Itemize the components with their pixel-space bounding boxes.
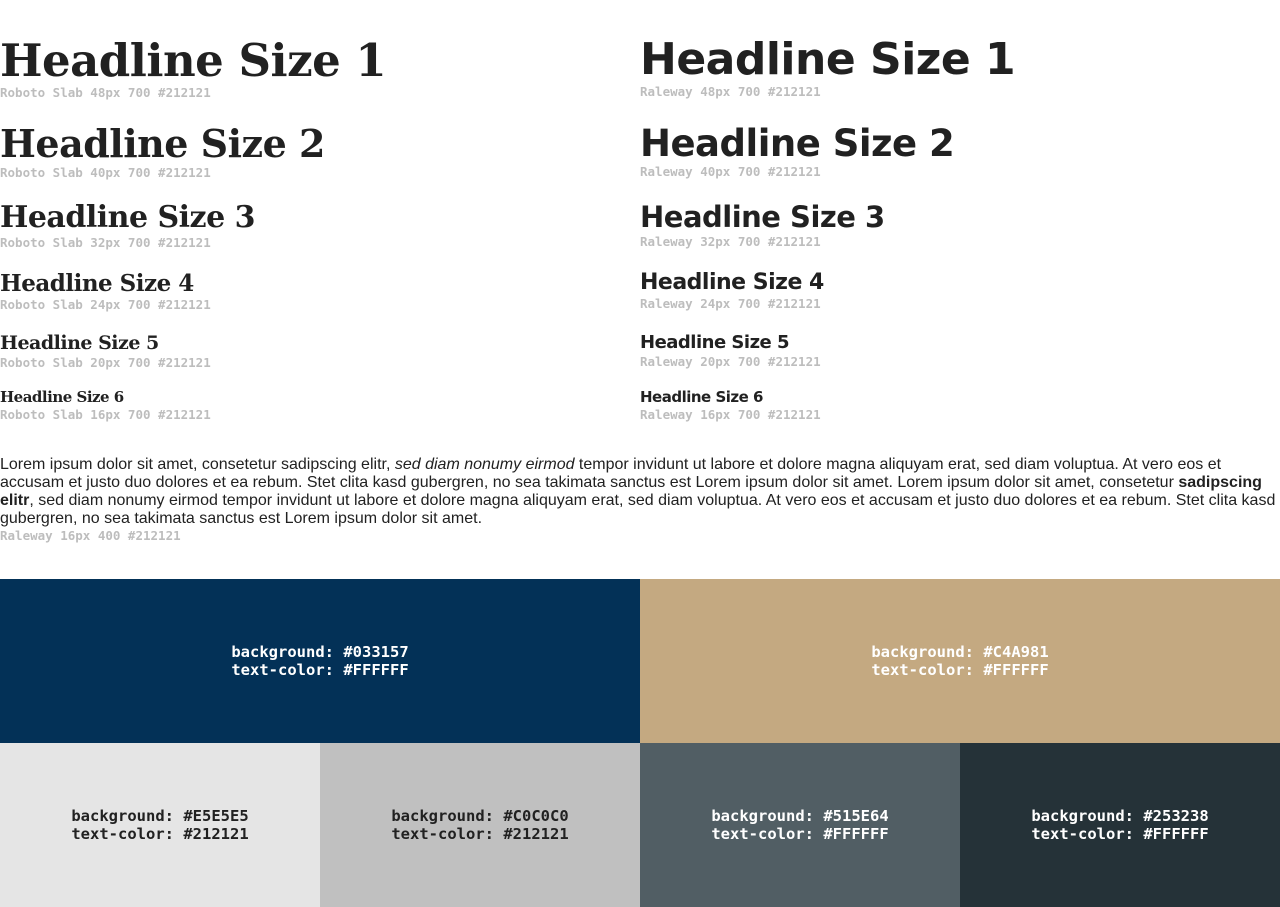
right-heading-4: Headline Size 4 Raleway 24px 700 #212121 <box>640 272 824 311</box>
heading-text: Headline Size 5 <box>0 332 159 354</box>
left-heading-6: Headline Size 6 Roboto Slab 16px 700 #21… <box>0 390 211 422</box>
swatch-background-label: background: #033157 <box>231 643 409 661</box>
swatch-background-label: background: #C0C0C0 <box>391 807 569 825</box>
paragraph-part-1: Lorem ipsum dolor sit amet, consetetur s… <box>0 456 395 473</box>
swatch-text-color-label: text-color: #FFFFFF <box>1031 825 1209 843</box>
left-heading-5: Headline Size 5 Roboto Slab 20px 700 #21… <box>0 334 211 370</box>
font-spec: Raleway 32px 700 #212121 <box>640 234 821 249</box>
font-spec: Raleway 16px 700 #212121 <box>640 407 821 422</box>
swatch-text-color-label: text-color: #FFFFFF <box>711 825 889 843</box>
swatch-text-color-label: text-color: #FFFFFF <box>231 661 409 679</box>
font-spec: Roboto Slab 32px 700 #212121 <box>0 235 211 250</box>
swatch-labels: background: #253238 text-color: #FFFFFF <box>1031 807 1208 843</box>
left-heading-4: Headline Size 4 Roboto Slab 24px 700 #21… <box>0 272 211 312</box>
body-paragraph: Lorem ipsum dolor sit amet, consetetur s… <box>0 456 1280 543</box>
font-spec: Roboto Slab 40px 700 #212121 <box>0 165 211 180</box>
font-spec: Raleway 20px 700 #212121 <box>640 354 821 369</box>
font-spec: Roboto Slab 24px 700 #212121 <box>0 297 211 312</box>
heading-text: Headline Size 5 <box>640 332 790 353</box>
swatch-background-label: background: #515E64 <box>711 807 889 825</box>
right-heading-6: Headline Size 6 Raleway 16px 700 #212121 <box>640 390 821 422</box>
right-heading-2: Headline Size 2 Raleway 40px 700 #212121 <box>640 122 955 179</box>
left-heading-2: Headline Size 2 Roboto Slab 40px 700 #21… <box>0 125 325 180</box>
paragraph-text: Lorem ipsum dolor sit amet, consetetur s… <box>0 456 1280 528</box>
swatch-silver: background: #C0C0C0 text-color: #212121 <box>320 743 640 907</box>
swatch-labels: background: #C4A981 text-color: #FFFFFF <box>871 643 1048 679</box>
swatch-labels: background: #033157 text-color: #FFFFFF <box>231 643 408 679</box>
right-heading-5: Headline Size 5 Raleway 20px 700 #212121 <box>640 334 821 369</box>
left-heading-1: Headline Size 1 Roboto Slab 48px 700 #21… <box>0 34 387 100</box>
heading-text: Headline Size 4 <box>640 270 824 295</box>
heading-text: Headline Size 1 <box>640 34 1016 85</box>
paragraph-italic: sed diam nonumy eirmod <box>394 456 575 473</box>
color-swatches: background: #033157 text-color: #FFFFFF b… <box>0 579 1280 907</box>
swatch-labels: background: #515E64 text-color: #FFFFFF <box>711 807 888 843</box>
heading-text: Headline Size 3 <box>640 200 885 234</box>
heading-text: Headline Size 6 <box>0 388 124 406</box>
swatch-background-label: background: #E5E5E5 <box>71 807 249 825</box>
swatch-background-label: background: #C4A981 <box>871 643 1049 661</box>
typography-columns: Headline Size 1 Roboto Slab 48px 700 #21… <box>0 0 1280 455</box>
heading-text: Headline Size 6 <box>640 388 763 406</box>
swatch-slate: background: #515E64 text-color: #FFFFFF <box>640 743 960 907</box>
font-spec: Raleway 24px 700 #212121 <box>640 296 821 311</box>
font-spec: Roboto Slab 16px 700 #212121 <box>0 407 211 422</box>
font-spec: Raleway 40px 700 #212121 <box>640 164 821 179</box>
swatch-background-label: background: #253238 <box>1031 807 1209 825</box>
right-heading-1: Headline Size 1 Raleway 48px 700 #212121 <box>640 34 1016 99</box>
paragraph-part-3: , sed diam nonumy eirmod tempor invidunt… <box>0 492 1276 527</box>
paragraph-font-spec: Raleway 16px 400 #212121 <box>0 528 181 543</box>
swatch-text-color-label: text-color: #212121 <box>71 825 249 843</box>
swatch-labels: background: #C0C0C0 text-color: #212121 <box>391 807 568 843</box>
swatch-secondary-tan: background: #C4A981 text-color: #FFFFFF <box>640 579 1280 743</box>
swatch-light-gray: background: #E5E5E5 text-color: #212121 <box>0 743 320 907</box>
swatch-labels: background: #E5E5E5 text-color: #212121 <box>71 807 248 843</box>
heading-text: Headline Size 4 <box>0 270 194 297</box>
heading-text: Headline Size 2 <box>640 122 955 165</box>
swatch-text-color-label: text-color: #FFFFFF <box>871 661 1049 679</box>
swatch-primary-navy: background: #033157 text-color: #FFFFFF <box>0 579 640 743</box>
font-spec: Roboto Slab 48px 700 #212121 <box>0 85 211 100</box>
heading-text: Headline Size 1 <box>0 34 387 87</box>
swatch-text-color-label: text-color: #212121 <box>391 825 569 843</box>
left-heading-3: Headline Size 3 Roboto Slab 32px 700 #21… <box>0 200 256 250</box>
font-spec: Raleway 48px 700 #212121 <box>640 84 821 99</box>
heading-text: Headline Size 2 <box>0 121 325 166</box>
font-spec: Roboto Slab 20px 700 #212121 <box>0 355 211 370</box>
swatch-charcoal: background: #253238 text-color: #FFFFFF <box>960 743 1280 907</box>
right-heading-3: Headline Size 3 Raleway 32px 700 #212121 <box>640 203 885 249</box>
heading-text: Headline Size 3 <box>0 200 256 235</box>
